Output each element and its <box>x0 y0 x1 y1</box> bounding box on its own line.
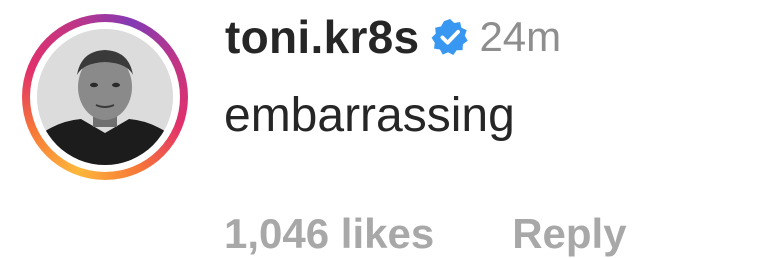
comment: toni.kr8s 24m embarrassing 1,046 likes R… <box>0 0 779 257</box>
comment-header: toni.kr8s 24m <box>225 8 561 66</box>
comment-actions: 1,046 likes Reply <box>224 210 627 258</box>
reply-button[interactable]: Reply <box>512 210 626 258</box>
avatar-story-ring[interactable] <box>22 14 188 180</box>
comment-timestamp: 24m <box>479 13 562 60</box>
username-link[interactable]: toni.kr8s <box>225 10 419 64</box>
likes-count-link[interactable]: 1,046 likes <box>224 210 434 258</box>
avatar-ring-gap <box>30 22 180 172</box>
comment-text: embarrassing <box>224 89 515 142</box>
verified-badge-icon <box>431 18 469 56</box>
avatar-portrait <box>37 29 173 165</box>
avatar[interactable] <box>37 29 173 165</box>
